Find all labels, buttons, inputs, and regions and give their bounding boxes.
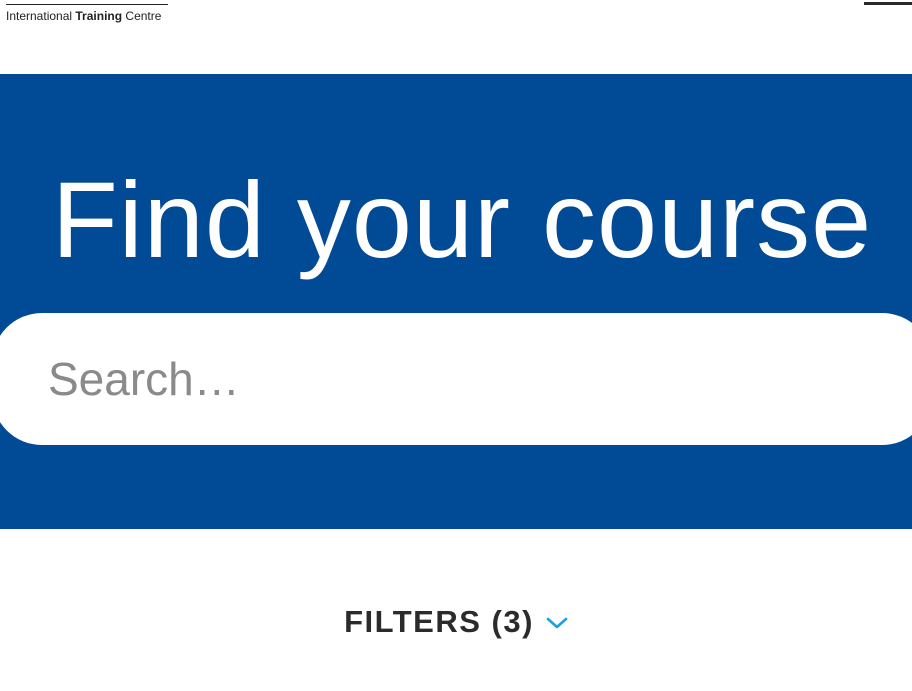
logo-text-international: International: [6, 9, 73, 23]
site-header: International Training Centre: [0, 0, 912, 74]
logo-text-training: Training: [75, 9, 123, 23]
hero-banner: Find your course: [0, 74, 912, 529]
logo-text: International Training Centre: [6, 9, 161, 23]
page: International Training Centre Find your …: [0, 0, 912, 691]
menu-icon[interactable]: [864, 2, 912, 5]
page-title: Find your course: [51, 159, 873, 280]
search-box[interactable]: [0, 313, 912, 445]
filters-label: FILTERS (3): [344, 604, 534, 639]
logo-rule: [6, 4, 168, 5]
logo-text-centre: Centre: [125, 9, 162, 23]
chevron-down-icon: [546, 617, 568, 629]
filters-bar: FILTERS (3): [0, 600, 912, 644]
search-input[interactable]: [48, 313, 868, 445]
filters-toggle-button[interactable]: FILTERS (3): [344, 604, 568, 640]
